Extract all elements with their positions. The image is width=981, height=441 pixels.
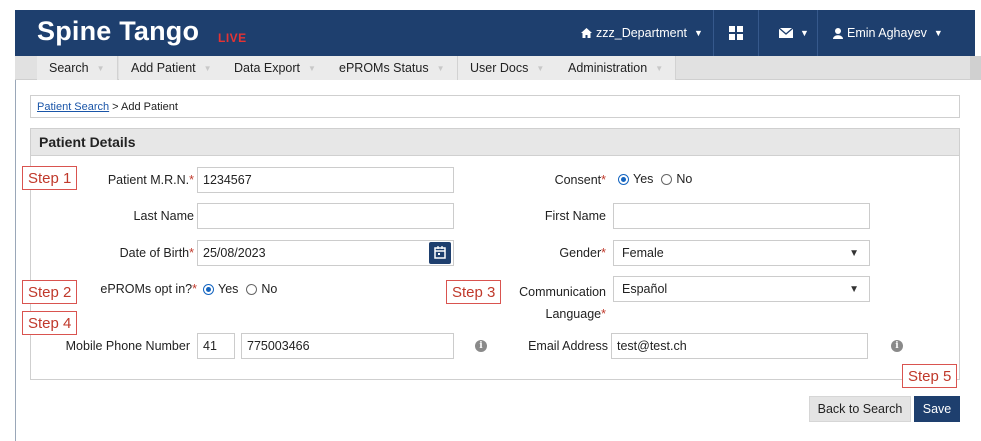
top-nav: zzz_Department ▼ ▼ Emin Aghayev ▼ — [15, 10, 975, 56]
user-menu[interactable]: Emin Aghayev ▼ — [833, 10, 943, 56]
communication-language-select[interactable]: Español ▼ — [613, 276, 870, 302]
consent-radio-group: Yes No — [618, 172, 696, 186]
mail-icon — [779, 28, 793, 38]
menu-search[interactable]: Search ▼ — [37, 56, 118, 80]
mobile-label: Mobile Phone Number — [65, 339, 190, 353]
menu-label: ePROMs Status — [339, 61, 429, 75]
apps-button[interactable] — [729, 10, 743, 56]
consent-no-label: No — [676, 172, 693, 186]
chevron-down-icon: ▼ — [800, 28, 809, 38]
mobile-info-icon[interactable]: i — [475, 340, 487, 352]
eproms-no-radio[interactable] — [246, 283, 258, 295]
consent-no-radio[interactable] — [661, 173, 673, 185]
menu-eproms-status[interactable]: ePROMs Status ▼ — [327, 56, 458, 80]
mrn-label: Patient M.R.N.* — [107, 173, 194, 187]
user-name: Emin Aghayev — [847, 26, 927, 40]
calendar-icon — [434, 246, 446, 259]
menu-label: Add Patient — [131, 61, 196, 75]
home-icon — [581, 28, 592, 38]
breadcrumb-patient-search-link[interactable]: Patient Search — [37, 101, 109, 113]
step-1-annotation: Step 1 — [22, 166, 78, 190]
menu-label: Data Export — [234, 61, 301, 75]
breadcrumb-current: > Add Patient — [112, 100, 178, 113]
mrn-input[interactable]: 1234567 — [197, 167, 454, 193]
page-border — [15, 80, 16, 441]
gender-label: Gender* — [559, 246, 606, 260]
chevron-down-icon: ▼ — [694, 28, 703, 38]
chevron-down-icon: ▼ — [96, 63, 105, 73]
gender-value: Female — [622, 246, 664, 260]
communication-language-label: Communication Language* — [519, 285, 606, 321]
save-button[interactable]: Save — [914, 396, 960, 422]
mail-menu[interactable]: ▼ — [779, 10, 809, 56]
menu-user-docs[interactable]: User Docs ▼ — [458, 56, 558, 80]
menu-add-patient[interactable]: Add Patient ▼ — [119, 56, 225, 80]
divider — [817, 10, 818, 56]
menu-data-export[interactable]: Data Export ▼ — [222, 56, 329, 80]
mobile-prefix-input[interactable]: 41 — [197, 333, 235, 359]
menu-administration[interactable]: Administration ▼ — [556, 56, 677, 80]
gender-select[interactable]: Female ▼ — [613, 240, 870, 266]
eproms-yes-label: Yes — [218, 282, 239, 296]
divider — [758, 10, 759, 56]
breadcrumb: Patient Search > Add Patient — [30, 95, 960, 118]
email-label: Email Address — [528, 339, 608, 353]
step-3-annotation: Step 3 — [446, 280, 502, 304]
dob-input[interactable]: 25/08/2023 — [197, 240, 454, 266]
user-icon — [833, 27, 843, 39]
menu-scroll-edge — [970, 56, 981, 80]
eproms-yes-radio[interactable] — [203, 283, 214, 295]
email-input[interactable]: test@test.ch — [611, 333, 868, 359]
email-info-icon[interactable]: i — [891, 340, 903, 352]
last-name-label: Last Name — [133, 209, 194, 223]
eproms-no-label: No — [261, 282, 278, 296]
first-name-input[interactable] — [613, 203, 870, 229]
back-to-search-button[interactable]: Back to Search — [809, 396, 911, 422]
language-value: Español — [622, 282, 668, 296]
department-label: zzz_Department — [596, 26, 688, 40]
mobile-number-input[interactable]: 775003466 — [241, 333, 454, 359]
divider — [713, 10, 714, 56]
dob-label: Date of Birth* — [119, 246, 194, 260]
consent-yes-label: Yes — [633, 172, 654, 186]
step-2-annotation: Step 2 — [22, 280, 78, 304]
chevron-down-icon: ▼ — [655, 63, 664, 73]
consent-label: Consent* — [554, 173, 606, 187]
top-bar: Spine Tango LIVE zzz_Department ▼ ▼ Emin… — [15, 10, 975, 56]
menu-label: Search — [49, 61, 89, 75]
first-name-label: First Name — [544, 209, 606, 223]
chevron-down-icon: ▼ — [308, 63, 316, 73]
chevron-down-icon: ▼ — [933, 28, 943, 38]
step-4-annotation: Step 4 — [22, 311, 78, 335]
consent-yes-radio[interactable] — [618, 173, 629, 185]
panel-title: Patient Details — [31, 129, 959, 156]
chevron-down-icon: ▼ — [203, 63, 212, 73]
caret-down-icon: ▼ — [849, 284, 859, 295]
grid-icon — [729, 26, 743, 40]
step-5-annotation: Step 5 — [902, 364, 958, 388]
department-menu[interactable]: zzz_Department ▼ — [581, 10, 703, 56]
last-name-input[interactable] — [197, 203, 454, 229]
calendar-button[interactable] — [429, 242, 451, 264]
menu-label: Administration — [568, 61, 648, 75]
eproms-label: ePROMs opt in?* — [100, 282, 197, 296]
chevron-down-icon: ▼ — [436, 63, 445, 73]
main-menu: Search ▼ Add Patient ▼ Data Export ▼ ePROMs… — [15, 56, 981, 80]
menu-label: User Docs — [470, 61, 529, 75]
chevron-down-icon: ▼ — [536, 63, 545, 73]
app-window: Spine Tango LIVE zzz_Department ▼ ▼ Emin… — [0, 0, 981, 441]
eproms-radio-group: Yes No — [203, 282, 281, 296]
caret-down-icon: ▼ — [849, 248, 859, 259]
